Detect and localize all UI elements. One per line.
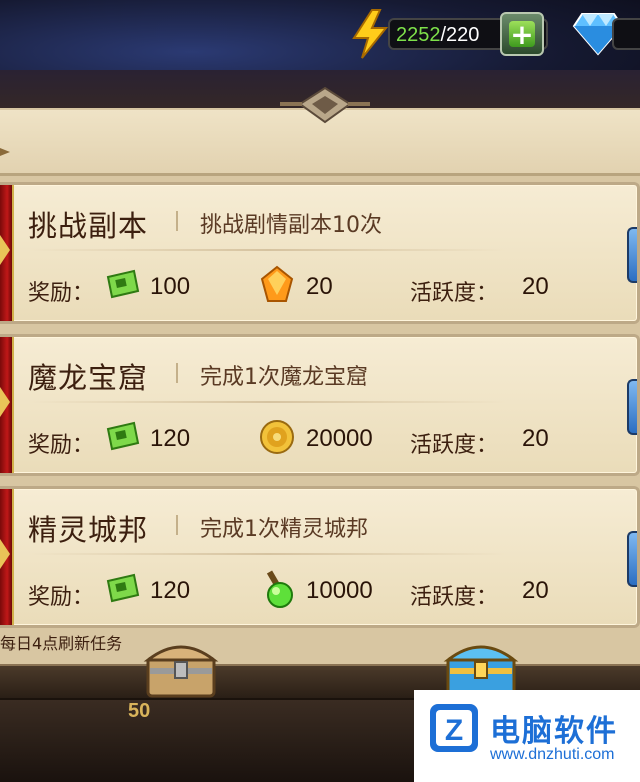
lightning-icon [352, 9, 389, 59]
card-ribbon [0, 489, 14, 625]
task-title: 魔龙宝窟 [28, 361, 149, 395]
title-separator [176, 363, 178, 383]
reward1-value: 120 [150, 577, 191, 604]
activity-label: 活跃度： [410, 281, 499, 306]
green-ticket-icon [106, 573, 140, 603]
card-divider [28, 249, 508, 251]
card-divider [28, 401, 508, 403]
green-ticket-icon [106, 421, 140, 451]
reward2-value: 10000 [306, 577, 373, 604]
refresh-notice: 每日4点刷新任务 [0, 634, 123, 653]
reward1-value: 120 [150, 425, 191, 452]
task-title: 精灵城邦 [28, 513, 149, 547]
reward-label: 奖励： [28, 585, 95, 610]
task-card[interactable]: 精灵城邦 完成1次精灵城邦 奖励： 120 10000 活跃度： 20 [0, 486, 640, 628]
card-ribbon [0, 337, 14, 473]
green-ticket-icon [106, 269, 140, 299]
energy-max: /220 [440, 24, 480, 46]
activity-label: 活跃度： [410, 585, 499, 610]
task-description: 挑战剧情副本10次 [200, 213, 382, 238]
diamond-counter [612, 18, 640, 50]
go-button[interactable] [627, 379, 637, 435]
activity-value: 20 [522, 273, 549, 300]
panel-ornament-icon [280, 86, 370, 124]
wooden-chest-icon[interactable] [140, 632, 222, 702]
task-card[interactable]: 挑战副本 挑战剧情副本10次 奖励： 100 20 活跃度： 20 [0, 182, 640, 324]
green-potion-icon [266, 570, 293, 608]
watermark-title: 电脑软件 [490, 714, 618, 749]
plus-icon: + [510, 18, 534, 51]
add-energy-button[interactable]: + [500, 12, 544, 56]
resource-hud: 2252/220 + [350, 6, 640, 59]
card-divider [28, 553, 508, 555]
task-title: 挑战副本 [28, 209, 149, 243]
reward-label: 奖励： [28, 433, 95, 458]
chest-threshold: 50 [128, 700, 151, 722]
task-card[interactable]: 魔龙宝窟 完成1次魔龙宝窟 奖励： 120 20000 活跃度： 20 [0, 334, 640, 476]
watermark-logo-icon: Z [430, 704, 478, 752]
reward1-value: 100 [150, 273, 191, 300]
svg-text:Z: Z [445, 714, 463, 747]
reward2-value: 20 [306, 273, 333, 300]
reward2-value: 20000 [306, 425, 373, 452]
activity-value: 20 [522, 425, 549, 452]
title-separator [176, 211, 178, 231]
reward-label: 奖励： [28, 281, 95, 306]
title-separator [176, 515, 178, 535]
task-description: 完成1次魔龙宝窟 [200, 365, 368, 390]
go-button[interactable] [627, 531, 637, 587]
card-ribbon [0, 185, 14, 321]
watermark: Z 电脑软件 www.dnzhuti.com [414, 690, 640, 782]
orange-gem-icon [260, 265, 294, 302]
watermark-url: www.dnzhuti.com [490, 746, 615, 763]
activity-label: 活跃度： [410, 433, 499, 458]
energy-current: 2252 [396, 24, 441, 46]
gold-coin-icon [260, 420, 294, 454]
task-description: 完成1次精灵城邦 [200, 517, 368, 542]
go-button[interactable] [627, 227, 637, 283]
activity-value: 20 [522, 577, 549, 604]
